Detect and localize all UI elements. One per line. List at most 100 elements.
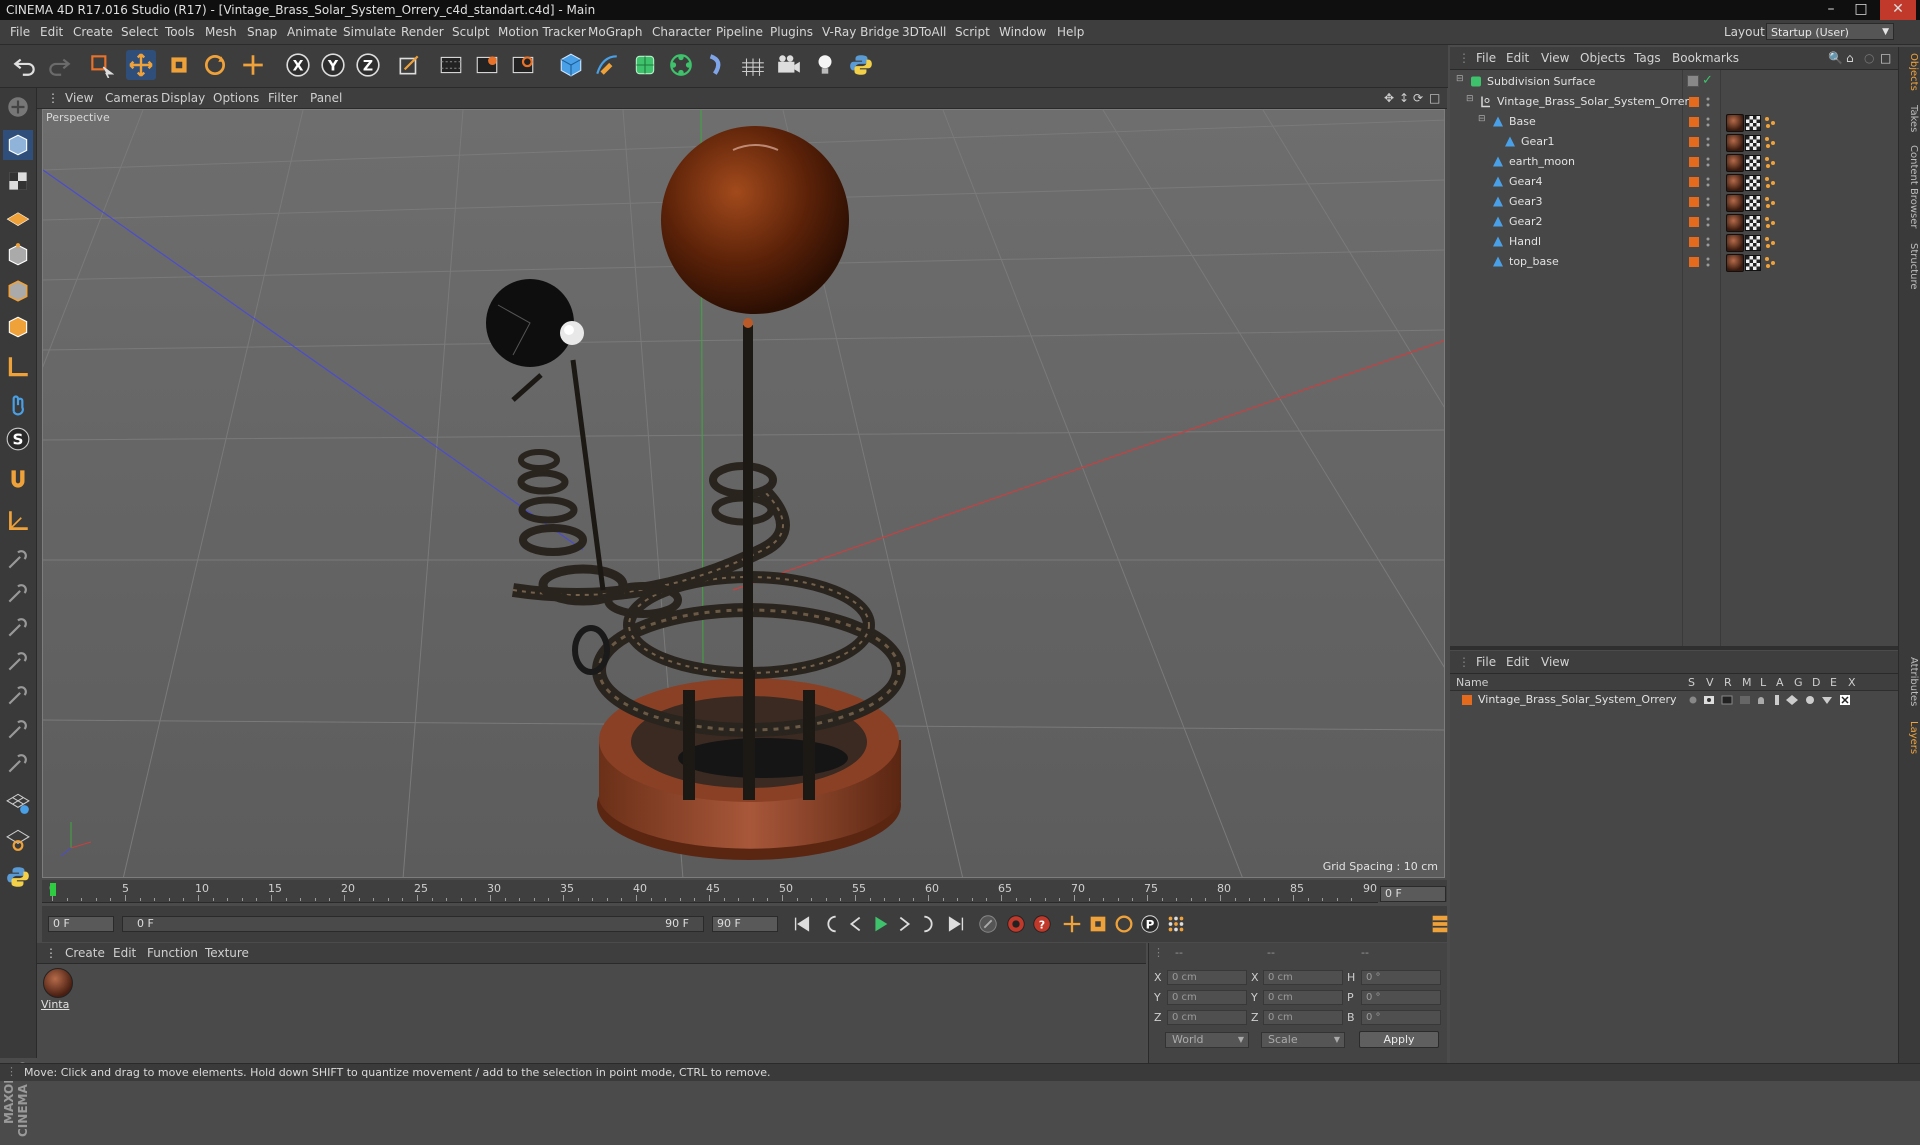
light-icon[interactable] — [810, 50, 840, 80]
uvw-tag-icon[interactable] — [1763, 175, 1777, 189]
menu-3dtoall[interactable]: 3DToAll — [902, 25, 946, 39]
minimize-icon[interactable]: – — [1818, 0, 1844, 20]
texture-tag-icon[interactable] — [1745, 195, 1761, 211]
layer-color-swatch[interactable] — [1689, 177, 1699, 187]
previous-key-icon[interactable] — [820, 912, 844, 936]
grab-brush-icon[interactable] — [3, 578, 33, 608]
layer-color-swatch[interactable] — [1689, 217, 1699, 227]
previous-frame-icon[interactable] — [844, 912, 868, 936]
uvw-tag-icon[interactable] — [1763, 195, 1777, 209]
om-menu-tags[interactable]: Tags — [1634, 51, 1661, 65]
current-frame-readout[interactable]: 0 F — [1380, 886, 1446, 902]
pen-spline-icon[interactable] — [592, 50, 622, 80]
collapse-icon[interactable]: ⊟ — [1456, 74, 1464, 84]
visibility-dots-icon[interactable] — [1706, 115, 1710, 129]
live-selection-icon[interactable] — [86, 50, 116, 80]
menu-edit[interactable]: Edit — [40, 25, 63, 39]
om-menu-edit[interactable]: Edit — [1506, 51, 1529, 65]
render-view-icon[interactable] — [436, 50, 466, 80]
camera-icon[interactable] — [774, 50, 804, 80]
x-axis-lock-icon[interactable]: X — [283, 50, 313, 80]
menu-select[interactable]: Select — [121, 25, 158, 39]
axis-mode-icon[interactable] — [3, 352, 33, 382]
material-thumbnail[interactable] — [43, 968, 73, 998]
redo-icon[interactable] — [44, 50, 74, 80]
layer-color-swatch[interactable] — [1689, 237, 1699, 247]
om-menu-file[interactable]: File — [1476, 51, 1496, 65]
uvw-tag-icon[interactable] — [1763, 155, 1777, 169]
apply-button[interactable]: Apply — [1359, 1031, 1439, 1048]
autokeying-icon[interactable] — [1004, 912, 1028, 936]
position-x-field[interactable]: 0 cm — [1167, 970, 1247, 985]
lm-menu-view[interactable]: View — [1541, 655, 1569, 669]
maximize-icon[interactable]: □ — [1848, 0, 1874, 20]
3d-viewport[interactable]: Perspective Grid Spacing : 10 cm — [42, 109, 1445, 878]
material-menu-texture[interactable]: Texture — [205, 946, 249, 960]
om-new-view-icon[interactable]: ○ — [1864, 51, 1874, 65]
viewport-menu-options[interactable]: Options — [213, 91, 259, 105]
enabled-check-icon[interactable]: ✓ — [1702, 73, 1713, 88]
pull-brush-icon[interactable] — [3, 646, 33, 676]
last-tool-icon[interactable] — [238, 50, 268, 80]
menu-file[interactable]: File — [10, 25, 30, 39]
menu-tools[interactable]: Tools — [165, 25, 195, 39]
y-axis-lock-icon[interactable]: Y — [318, 50, 348, 80]
render-picture-viewer-icon[interactable] — [472, 50, 502, 80]
lm-menu-edit[interactable]: Edit — [1506, 655, 1529, 669]
texture-mode-icon[interactable] — [3, 166, 33, 196]
next-frame-icon[interactable] — [892, 912, 916, 936]
inflate-brush-icon[interactable] — [3, 714, 33, 744]
object-row-earth-moon[interactable]: earth_moon — [1450, 152, 1898, 172]
menu-motion-tracker[interactable]: Motion Tracker — [498, 25, 586, 39]
object-row-gear3[interactable]: Gear3 — [1450, 192, 1898, 212]
cube-icon[interactable] — [556, 50, 586, 80]
workplane-icon[interactable] — [3, 202, 33, 232]
size-x-field[interactable]: 0 cm — [1263, 970, 1343, 985]
menu-snap[interactable]: Snap — [247, 25, 277, 39]
material-tag-icon[interactable] — [1726, 194, 1744, 212]
material-tag-icon[interactable] — [1726, 174, 1744, 192]
visibility-dots-icon[interactable] — [1706, 255, 1710, 269]
layer-color-swatch[interactable] — [1689, 197, 1699, 207]
material-tag-icon[interactable] — [1726, 234, 1744, 252]
scale-icon[interactable] — [164, 50, 194, 80]
size-y-field[interactable]: 0 cm — [1263, 990, 1343, 1005]
pinch-brush-icon[interactable] — [3, 748, 33, 778]
material-tag-icon[interactable] — [1726, 214, 1744, 232]
edit-render-settings-icon[interactable] — [508, 50, 538, 80]
object-row-gear4[interactable]: Gear4 — [1450, 172, 1898, 192]
z-axis-lock-icon[interactable]: Z — [353, 50, 383, 80]
playhead[interactable] — [50, 883, 56, 896]
material-tag-icon[interactable] — [1726, 134, 1744, 152]
tab-objects[interactable]: Objects — [1901, 53, 1919, 91]
menu-create[interactable]: Create — [73, 25, 113, 39]
go-to-start-icon[interactable] — [790, 912, 814, 936]
menu-sculpt[interactable]: Sculpt — [452, 25, 489, 39]
layer-row[interactable]: Vintage_Brass_Solar_System_Orrery — [1450, 691, 1898, 709]
solo-icon[interactable] — [3, 824, 33, 854]
layer-swatch-icon[interactable] — [1687, 75, 1699, 87]
make-editable-icon[interactable] — [3, 92, 33, 122]
texture-tag-icon[interactable] — [1745, 255, 1761, 271]
model-mode-icon[interactable] — [3, 130, 33, 160]
max-frame-field[interactable]: 90 F — [712, 916, 778, 932]
close-icon[interactable]: ✕ — [1880, 0, 1916, 20]
deformer-icon[interactable] — [702, 50, 732, 80]
next-key-icon[interactable] — [916, 912, 940, 936]
rotation-h-field[interactable]: 0 ° — [1361, 970, 1441, 985]
coordinate-system-dropdown[interactable]: World ▼ — [1165, 1032, 1249, 1048]
play-forward-icon[interactable] — [868, 912, 892, 936]
uvw-tag-icon[interactable] — [1763, 215, 1777, 229]
menu-script[interactable]: Script — [955, 25, 990, 39]
viewport-dolly-icon[interactable]: ↕ — [1399, 91, 1409, 105]
texture-tag-icon[interactable] — [1745, 135, 1761, 151]
array-icon[interactable] — [666, 50, 696, 80]
visibility-dots-icon[interactable] — [1706, 235, 1710, 249]
om-menu-objects[interactable]: Objects — [1580, 51, 1625, 65]
paint-grid-icon[interactable] — [3, 788, 33, 818]
material-menu-create[interactable]: Create — [65, 946, 105, 960]
visibility-dots-icon[interactable] — [1706, 95, 1710, 109]
rotation-p-field[interactable]: 0 ° — [1361, 990, 1441, 1005]
object-row-gear1[interactable]: Gear1 — [1450, 132, 1898, 152]
om-menu-bookmarks[interactable]: Bookmarks — [1672, 51, 1739, 65]
